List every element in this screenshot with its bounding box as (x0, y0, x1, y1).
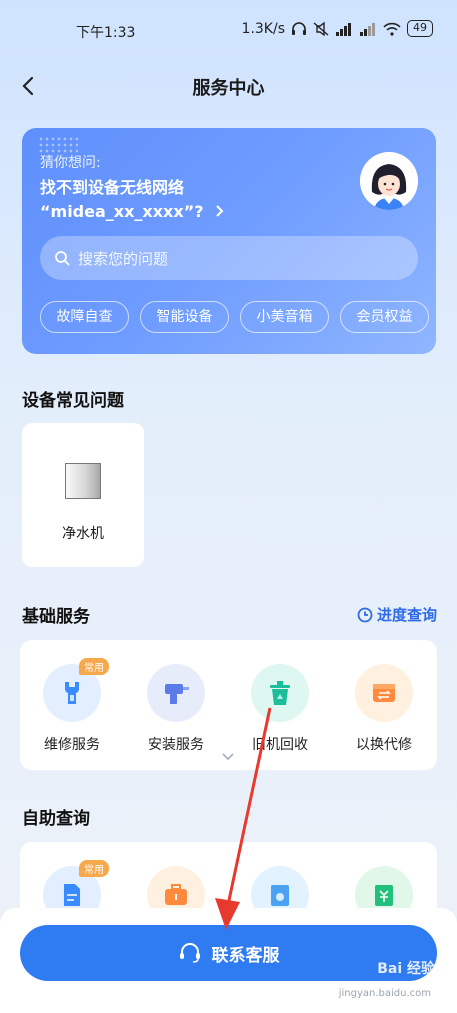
service-recycle[interactable]: 旧机回收 (228, 664, 332, 754)
guess-label: 猜你想问: (40, 155, 101, 171)
mute-icon (313, 21, 329, 36)
repair-icon-circle: 常用 (43, 658, 109, 722)
drill-icon (165, 684, 189, 704)
wrench-icon (65, 682, 79, 704)
recycle-bin-icon (270, 681, 290, 705)
quick-chips: 故障自查 智能设备 小美音箱 会员权益 (40, 301, 429, 333)
hero-card: 猜你想问: 找不到设备无线网络 “midea_xx_xxxx”? 搜索您的问题 … (22, 128, 436, 354)
basic-services-title: 基础服务 (22, 607, 90, 627)
basic-services-card: 常用 维修服务 安装服务 旧机回收 以换代修 (20, 640, 437, 770)
search-icon (54, 250, 70, 266)
exchange-box-icon (373, 684, 395, 702)
service-label: 维修服务 (44, 737, 100, 753)
recycle-icon-circle (251, 664, 309, 722)
chip-smart-device[interactable]: 智能设备 (140, 301, 229, 333)
price-icon (375, 885, 393, 906)
service-repair[interactable]: 常用 维修服务 (20, 658, 124, 754)
self-service-title: 自助查询 (22, 809, 90, 829)
chevron-right-icon (216, 205, 224, 217)
watermark-sub: jingyan.baidu.com (338, 988, 431, 999)
question-line-2-wrap: “midea_xx_xxxx”? (40, 200, 340, 224)
nav-bar: 服务中心 (0, 62, 457, 108)
suggested-question[interactable]: 找不到设备无线网络 “midea_xx_xxxx”? (40, 176, 340, 224)
wifi-icon (383, 22, 401, 36)
watermark: Bai 经验 (377, 961, 435, 977)
search-placeholder: 搜索您的问题 (78, 249, 169, 268)
service-label: 安装服务 (148, 737, 204, 753)
part-icon (271, 885, 289, 906)
status-bar: 下午1:33 1.3K/s 49 (0, 0, 457, 62)
headphones-icon (292, 21, 306, 35)
chip-fault-check[interactable]: 故障自查 (40, 301, 129, 333)
chip-member-benefits[interactable]: 会员权益 (340, 301, 429, 333)
faq-section-title: 设备常见问题 (22, 391, 124, 411)
battery-indicator: 49 (407, 20, 433, 37)
progress-query-link[interactable]: 进度查询 (357, 604, 437, 625)
progress-query-label: 进度查询 (376, 606, 437, 624)
search-input[interactable]: 搜索您的问题 (40, 236, 418, 280)
document-icon (64, 884, 80, 906)
service-label: 以换代修 (356, 737, 412, 753)
device-label: 净水机 (62, 526, 104, 542)
signal-2-icon (360, 22, 375, 36)
common-badge: 常用 (79, 658, 109, 675)
clock-icon (357, 607, 373, 622)
chip-speaker[interactable]: 小美音箱 (240, 301, 329, 333)
contact-service-label: 联系客服 (211, 945, 280, 966)
status-icons: 1.3K/s 49 (242, 20, 433, 37)
common-badge: 常用 (79, 860, 109, 877)
status-time: 下午1:33 (76, 25, 136, 41)
network-speed: 1.3K/s (241, 20, 285, 37)
headset-icon (179, 943, 200, 963)
contact-service-button[interactable]: 联系客服 (20, 925, 437, 981)
install-icon-circle (147, 664, 205, 722)
service-label: 旧机回收 (252, 737, 308, 753)
service-install[interactable]: 安装服务 (124, 664, 228, 754)
page-title: 服务中心 (192, 78, 265, 99)
agent-avatar (360, 152, 418, 210)
toolbox-icon (165, 884, 187, 905)
customer-service-agent-icon (360, 152, 418, 210)
question-line-2: “midea_xx_xxxx”? (40, 202, 204, 221)
signal-icon (336, 22, 351, 36)
water-purifier-image (65, 463, 101, 499)
question-line-1: 找不到设备无线网络 (40, 178, 185, 197)
service-exchange[interactable]: 以换代修 (332, 664, 436, 754)
expand-chevron-icon[interactable] (221, 752, 235, 762)
exchange-icon-circle (355, 664, 413, 722)
device-card-water-purifier[interactable]: 净水机 (22, 423, 144, 567)
